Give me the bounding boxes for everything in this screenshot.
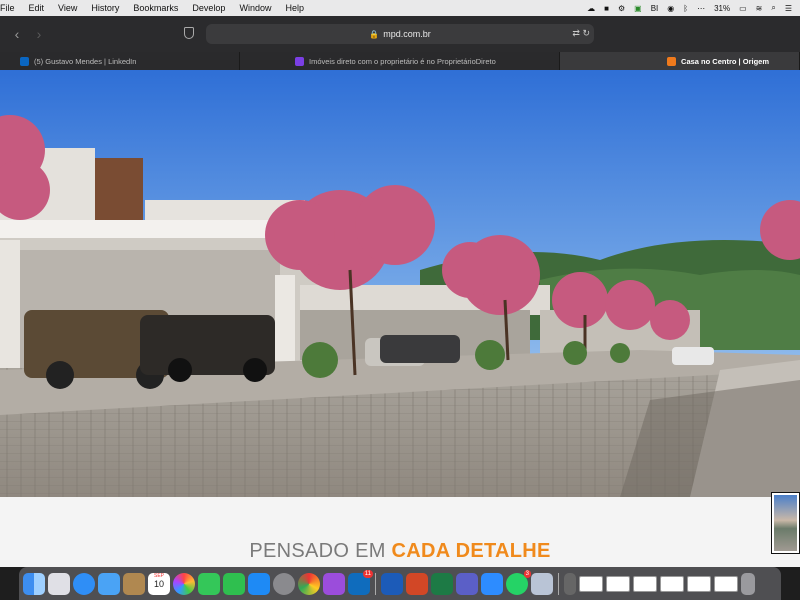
messages-icon[interactable] [198,572,220,595]
origem-icon [667,56,677,66]
minimized-window[interactable] [687,575,711,592]
tab-linkedin[interactable]: (5) Gustavo Mendes | LinkedIn [0,52,240,70]
outlook-badge: 11 [362,569,373,578]
bi-icon[interactable]: BI [651,4,659,13]
lock-icon: 🔒 [369,29,380,39]
screenshot-thumbnail[interactable] [771,492,800,554]
facetime-icon[interactable] [223,572,245,595]
app-store-icon[interactable] [248,572,270,595]
url-text: mpd.com.br [383,29,431,39]
dots-icon[interactable]: ⋯ [697,4,705,13]
tab-bar: (5) Gustavo Mendes | LinkedIn Imóveis di… [0,52,800,70]
mail-icon[interactable] [98,572,120,595]
word-icon[interactable] [381,572,403,595]
tab-origem[interactable]: Casa no Centro | Origem [560,52,800,70]
minimized-window[interactable] [606,575,630,592]
bluetooth-icon[interactable]: ᛒ [683,4,688,13]
system-settings-icon[interactable] [273,572,295,595]
menu-bar: File Edit View History Bookmarks Develop… [0,0,800,16]
chrome-icon[interactable] [298,572,320,595]
zoom-icon[interactable] [481,572,503,595]
menu-window[interactable]: Window [232,3,278,13]
minimized-window[interactable] [579,575,603,592]
tab-proprietariodireto[interactable]: Imóveis direto com o proprietário é no P… [240,52,560,70]
section-heading: PENSADO EM CADA DETALHE [0,540,800,563]
linkedin-icon [20,56,29,66]
search-icon[interactable]: ⌕ [771,3,775,13]
menu-history[interactable]: History [84,3,126,13]
menu-view[interactable]: View [51,3,84,13]
teams-icon[interactable] [456,572,478,595]
dock: SEP 10 11 3 [19,567,781,600]
whatsapp-badge: 3 [523,569,531,578]
dock-separator [558,572,559,595]
battery-icon[interactable]: ▭ [739,4,747,13]
minimized-window[interactable] [714,575,738,592]
outlook-icon[interactable]: 11 [348,569,373,595]
tab-label: Imóveis direto com o proprietário é no P… [309,56,496,66]
control-center-icon[interactable]: ☰ [785,4,792,13]
hero-image [0,70,800,497]
photos-icon[interactable] [173,572,195,595]
address-bar[interactable]: 🔒 mpd.com.br ⇄ ↻ [206,24,594,44]
forward-icon[interactable]: › [28,26,50,42]
podcasts-icon[interactable] [323,572,345,595]
privacy-shield-icon[interactable] [184,27,194,39]
car-suv-dark [140,315,275,382]
video-icon[interactable]: ■ [604,4,609,13]
folder-icon[interactable] [123,572,145,595]
menu-bookmarks[interactable]: Bookmarks [126,3,185,13]
minimized-window[interactable] [633,575,657,592]
preview-icon[interactable] [531,572,553,595]
battery-percent: 31% [714,3,731,13]
finder-icon[interactable] [23,572,45,595]
dock-separator [375,572,376,595]
safari-icon[interactable] [73,572,95,595]
trash-icon[interactable] [741,572,755,595]
minimized-window[interactable] [660,575,684,592]
excel-icon[interactable] [431,572,453,595]
camera-icon[interactable]: ▣ [634,4,642,13]
phone-icon[interactable] [564,572,576,595]
wifi-icon[interactable]: ≋ [756,4,763,13]
airplay-icon[interactable]: ◉ [667,4,674,13]
heading-highlight: CADA DETALHE [391,540,551,562]
proprietariodireto-icon [295,56,304,66]
menu-develop[interactable]: Develop [185,3,232,13]
tab-label: Casa no Centro | Origem [681,56,769,66]
launchpad-icon[interactable] [48,572,70,595]
sliders-icon[interactable]: ⚙ [618,4,625,13]
whatsapp-icon[interactable]: 3 [506,569,531,595]
back-icon[interactable]: ‹ [6,26,28,42]
menu-file[interactable]: File [0,3,22,13]
powerpoint-icon[interactable] [406,572,428,595]
menu-help[interactable]: Help [278,3,311,13]
translate-reload-icon[interactable]: ⇄ ↻ [572,28,590,39]
cloud-icon[interactable]: ☁ [587,4,595,13]
heading-part1: PENSADO EM [249,540,392,562]
calendar-day: 10 [153,578,164,589]
calendar-icon[interactable]: SEP 10 [148,572,170,595]
menu-edit[interactable]: Edit [22,3,52,13]
tab-label: (5) Gustavo Mendes | LinkedIn [34,56,137,66]
status-area: ☁ ■ ⚙ ▣ BI ◉ ᛒ ⋯ 31% ▭ ≋ ⌕ ☰ [587,3,800,13]
